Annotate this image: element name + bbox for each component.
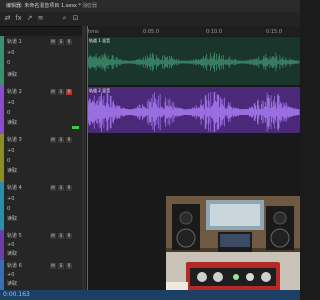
record-arm-button[interactable]: R [66, 39, 72, 45]
track-name[interactable]: 轨道 5 [7, 233, 22, 240]
track-lane[interactable] [86, 134, 300, 183]
solo-button[interactable]: S [58, 233, 64, 239]
track-lane[interactable]: 轨道 1 混音 [86, 36, 300, 87]
audio-clip[interactable]: 轨道 2 混音 [87, 87, 300, 133]
track-color-strip [0, 182, 4, 230]
record-arm-button[interactable]: R [66, 185, 72, 191]
automation-mode[interactable]: 读取 [7, 168, 17, 175]
record-arm-button[interactable]: R [66, 137, 72, 143]
automation-mode[interactable]: 读取 [7, 281, 17, 288]
mute-button[interactable]: M [50, 263, 56, 269]
mute-button[interactable]: M [50, 89, 56, 95]
automation-mode[interactable]: 读取 [7, 251, 17, 258]
track-color-strip [0, 260, 4, 290]
editor-toolbar: ⇄ fx ↗ ≋ ⌕ ⊡ [0, 12, 300, 27]
status-bar: 0:00.163 [0, 290, 300, 300]
track-lane[interactable]: 轨道 2 混音 [86, 86, 300, 135]
zoom-icon[interactable]: ⌕ [60, 14, 69, 23]
track-name[interactable]: 轨道 1 [7, 39, 22, 46]
ruler-tick: 0:05.0 [143, 29, 159, 35]
mute-button[interactable]: M [50, 233, 56, 239]
solo-button[interactable]: S [58, 185, 64, 191]
pan-value[interactable]: 0 [7, 110, 10, 117]
webcam-overlay-photo [166, 196, 300, 300]
sends-icon[interactable]: ↗ [25, 14, 34, 23]
track-header[interactable]: 轨道 1 M S R +0 0 读取 [0, 36, 82, 87]
effects-icon[interactable]: fx [14, 14, 23, 23]
track-name[interactable]: 轨道 3 [7, 137, 22, 144]
tab-mixer[interactable]: 混音器 [78, 1, 101, 11]
volume-value[interactable]: +0 [7, 242, 14, 249]
automation-mode[interactable]: 读取 [7, 120, 17, 127]
track-header[interactable]: 轨道 5 M S R +0 读取 [0, 230, 82, 261]
audio-clip[interactable]: 轨道 1 混音 [87, 37, 300, 85]
volume-value[interactable]: +0 [7, 272, 14, 279]
snap-icon[interactable]: ⊡ [71, 14, 80, 23]
mute-button[interactable]: M [50, 39, 56, 45]
volume-value[interactable]: +0 [7, 148, 14, 155]
ruler-unit: hms [88, 29, 99, 35]
track-header[interactable]: 轨道 3 M S R +0 0 读取 [0, 134, 82, 183]
solo-button[interactable]: S [58, 263, 64, 269]
automation-mode[interactable]: 读取 [7, 72, 17, 79]
track-name[interactable]: 轨道 2 [7, 89, 22, 96]
track-color-strip [0, 134, 4, 182]
pan-value[interactable]: 0 [7, 158, 10, 165]
playhead[interactable] [87, 26, 88, 290]
tab-editor-label: 编辑器: 未命名混音项目 1.sesx * [6, 3, 81, 9]
track-name[interactable]: 轨道 6 [7, 263, 22, 270]
track-color-strip [0, 86, 4, 134]
studio-photo [166, 196, 300, 300]
solo-button[interactable]: S [58, 89, 64, 95]
waveform [87, 92, 300, 133]
track-color-strip [0, 230, 4, 260]
track-color-strip [0, 36, 4, 86]
volume-value[interactable]: +0 [7, 50, 14, 57]
pan-value[interactable]: 0 [7, 60, 10, 67]
record-arm-button[interactable]: R [66, 263, 72, 269]
solo-button[interactable]: S [58, 137, 64, 143]
mute-button[interactable]: M [50, 137, 56, 143]
time-readout[interactable]: 0:00.163 [3, 291, 30, 298]
automation-mode[interactable]: 读取 [7, 216, 17, 223]
track-name[interactable]: 轨道 4 [7, 185, 22, 192]
level-meter [72, 126, 79, 129]
ruler-tick: 0:15.0 [266, 29, 282, 35]
volume-value[interactable]: +0 [7, 100, 14, 107]
pan-value[interactable]: 0 [7, 206, 10, 213]
tab-mixer-label: 混音器 [82, 3, 98, 9]
track-header[interactable]: 轨道 2 M S R +0 0 读取 [0, 86, 82, 135]
solo-button[interactable]: S [58, 39, 64, 45]
eq-icon[interactable]: ≋ [36, 14, 45, 23]
volume-value[interactable]: +0 [7, 196, 14, 203]
ruler-tick: 0:10.0 [206, 29, 222, 35]
input-output-icon[interactable]: ⇄ [3, 14, 12, 23]
track-header[interactable]: 轨道 6 M S R +0 读取 [0, 260, 82, 291]
waveform [87, 52, 300, 73]
record-arm-button[interactable]: R [66, 233, 72, 239]
mute-button[interactable]: M [50, 185, 56, 191]
record-arm-button[interactable]: R [66, 89, 72, 95]
track-header[interactable]: 轨道 4 M S R +0 0 读取 [0, 182, 82, 231]
